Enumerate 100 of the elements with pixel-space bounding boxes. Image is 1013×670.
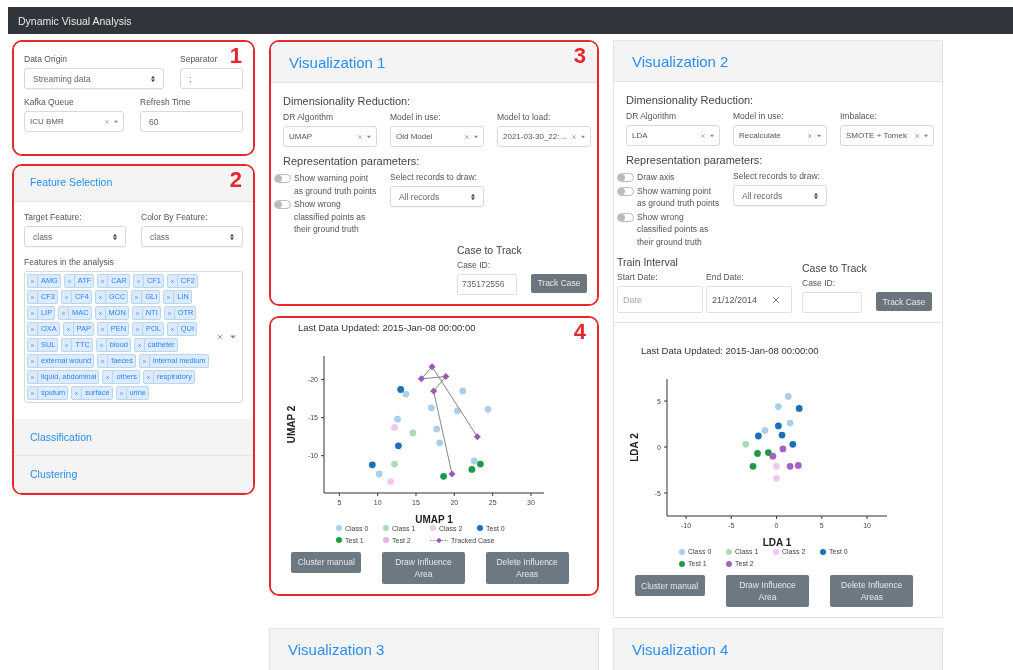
field-label: Features in the analysis xyxy=(24,257,114,267)
remove-icon[interactable] xyxy=(118,390,124,396)
remove-icon[interactable] xyxy=(97,294,103,300)
axis-label: UMAP 2 xyxy=(286,405,297,443)
clear-icon[interactable] xyxy=(571,133,577,140)
remove-icon[interactable] xyxy=(166,310,172,316)
field-label: Case ID: xyxy=(457,259,491,270)
toggle-label: Draw axis xyxy=(637,171,675,184)
action-button[interactable]: Draw Influence Area xyxy=(382,551,465,584)
combo-select[interactable]: SMOTE + Tomek xyxy=(840,125,934,146)
remove-icon[interactable] xyxy=(100,278,106,284)
dropdown-select[interactable]: class xyxy=(141,226,243,247)
combo-select[interactable]: 2021-03-30_22:… xyxy=(497,126,591,147)
text-field[interactable]: 735172556 xyxy=(457,273,517,295)
dropdown-select[interactable]: All records xyxy=(733,185,827,206)
toggle-label: Show wrong classified points as their ground truth xyxy=(637,210,710,248)
action-button[interactable]: Delete Influence Areas xyxy=(830,575,914,607)
toggle-switch[interactable] xyxy=(274,174,291,183)
clear-icon[interactable] xyxy=(357,133,363,140)
remove-icon[interactable] xyxy=(97,310,103,316)
toggle-switch[interactable] xyxy=(617,186,634,196)
remove-icon[interactable] xyxy=(169,326,175,332)
caret-down-icon[interactable] xyxy=(113,118,119,125)
toggle-switch[interactable] xyxy=(617,173,634,182)
caret-down-icon[interactable] xyxy=(580,133,586,140)
clear-icon[interactable] xyxy=(772,296,780,304)
combo-select[interactable]: ICU BMR xyxy=(24,111,124,132)
caret-down-icon[interactable] xyxy=(816,132,822,139)
annotation-number: 3 xyxy=(573,45,586,67)
clear-icon[interactable] xyxy=(216,333,224,341)
remove-icon[interactable] xyxy=(136,342,142,348)
remove-icon[interactable] xyxy=(30,326,35,332)
caret-down-icon[interactable] xyxy=(229,333,237,341)
field-label: Model to load: xyxy=(497,112,551,122)
field-label: Separator xyxy=(180,54,218,64)
remove-icon[interactable] xyxy=(100,358,106,364)
action-button[interactable]: Cluster manual xyxy=(634,575,705,596)
date-field[interactable]: Date xyxy=(617,286,703,313)
axis-label: LDA 1 xyxy=(762,537,792,548)
field-label: Start Date: xyxy=(617,272,658,282)
remove-icon[interactable] xyxy=(61,310,67,316)
caret-down-icon[interactable] xyxy=(923,132,929,139)
clear-icon[interactable] xyxy=(914,132,920,139)
remove-icon[interactable] xyxy=(166,294,172,300)
remove-icon[interactable] xyxy=(66,278,72,284)
remove-icon[interactable] xyxy=(30,390,35,396)
remove-icon[interactable] xyxy=(134,310,140,316)
annotation-number: 1 xyxy=(229,45,242,67)
text-field[interactable] xyxy=(802,292,862,313)
clear-icon[interactable] xyxy=(700,132,706,139)
remove-icon[interactable] xyxy=(146,374,151,380)
caret-down-icon[interactable] xyxy=(709,132,715,139)
clear-icon[interactable] xyxy=(807,132,813,139)
clear-icon[interactable] xyxy=(464,133,470,140)
combo-select[interactable]: Old Model xyxy=(390,126,484,147)
date-field[interactable]: 21/12/2014 xyxy=(706,286,792,313)
combo-select[interactable]: LDA xyxy=(626,125,720,146)
remove-icon[interactable] xyxy=(135,326,141,332)
remove-icon[interactable] xyxy=(30,342,35,348)
field-label: Select records to draw: xyxy=(733,171,820,181)
toggle-switch[interactable] xyxy=(617,212,634,222)
action-button[interactable]: Cluster manual xyxy=(291,551,362,573)
track-case-button[interactable]: Track Case xyxy=(531,273,587,293)
action-button[interactable]: Delete Influence Areas xyxy=(485,551,569,584)
dropdown-select[interactable]: All records xyxy=(390,186,484,207)
field-label: Case ID: xyxy=(802,278,836,288)
text-field[interactable]: ; xyxy=(180,68,243,89)
remove-icon[interactable] xyxy=(99,326,105,332)
remove-icon[interactable] xyxy=(30,278,35,284)
annotation-number: 4 xyxy=(573,320,586,343)
remove-icon[interactable] xyxy=(74,390,80,396)
remove-icon[interactable] xyxy=(141,358,147,364)
remove-icon[interactable] xyxy=(30,294,35,300)
text-field[interactable]: 60 xyxy=(140,111,243,132)
remove-icon[interactable] xyxy=(169,278,175,284)
clear-icon[interactable] xyxy=(104,118,110,125)
sort-arrows-icon xyxy=(812,191,820,200)
caret-down-icon[interactable] xyxy=(473,133,479,140)
dropdown-select[interactable]: Streaming data xyxy=(24,68,164,89)
caret-down-icon[interactable] xyxy=(366,133,372,140)
section-heading: Train Interval xyxy=(617,256,679,268)
action-button[interactable]: Draw Influence Area xyxy=(726,575,809,607)
section-heading: Dimensionality Reduction: xyxy=(283,95,412,107)
remove-icon[interactable] xyxy=(135,278,141,284)
field-label: Data Origin xyxy=(24,54,67,64)
remove-icon[interactable] xyxy=(64,342,70,348)
remove-icon[interactable] xyxy=(30,374,35,380)
track-case-button[interactable]: Track Case xyxy=(876,292,932,311)
remove-icon[interactable] xyxy=(105,374,111,380)
remove-icon[interactable] xyxy=(63,294,69,300)
toggle-switch[interactable] xyxy=(274,200,291,209)
remove-icon[interactable] xyxy=(65,326,71,332)
remove-icon[interactable] xyxy=(30,310,35,316)
remove-icon[interactable] xyxy=(134,294,140,300)
remove-icon[interactable] xyxy=(98,342,104,348)
dropdown-select[interactable]: class xyxy=(24,226,126,247)
combo-select[interactable]: Recalculate xyxy=(733,125,827,146)
remove-icon[interactable] xyxy=(30,358,35,364)
combo-select[interactable]: UMAP xyxy=(283,126,377,147)
section-heading: Representation parameters: xyxy=(626,154,764,166)
